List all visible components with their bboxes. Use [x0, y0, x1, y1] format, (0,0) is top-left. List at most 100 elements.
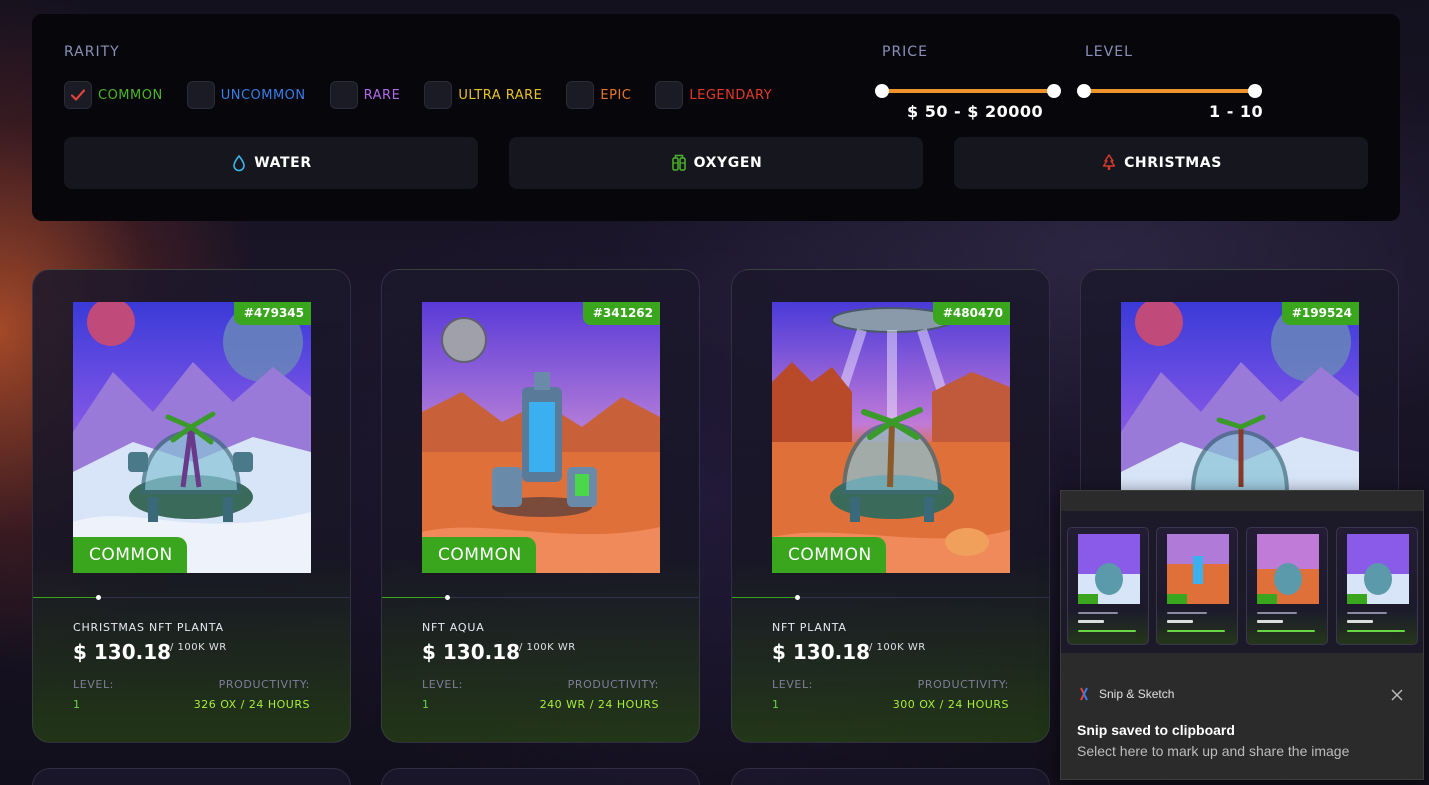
productivity-value: 300 OX / 24 HOURS	[892, 698, 1009, 711]
snip-preview-thumbnail[interactable]	[1061, 511, 1423, 653]
nft-artwork-christmas-planta	[73, 302, 311, 573]
mini-card-image	[1167, 534, 1229, 604]
price-range-value: $ 50 - $ 20000	[907, 102, 1044, 121]
nft-id-badge: #480470	[932, 302, 1010, 325]
type-label: OXYGEN	[693, 155, 763, 171]
type-label: CHRISTMAS	[1124, 155, 1222, 171]
rarity-title: RARITY	[64, 44, 120, 60]
rarity-checkbox-ultra-rare[interactable]	[424, 81, 453, 109]
nft-id-badge: #479345	[233, 302, 311, 325]
rarity-checkbox-epic[interactable]	[566, 81, 595, 109]
level-range-value: 1 - 10	[1209, 102, 1264, 121]
rarity-label: UNCOMMON	[220, 87, 306, 103]
nft-artwork-planta	[772, 302, 1010, 573]
level-slider-max-handle[interactable]	[1248, 84, 1262, 98]
card-divider	[382, 595, 699, 600]
nft-image: #480470 COMMON	[772, 302, 1010, 573]
productivity-value: 326 OX / 24 HOURS	[193, 698, 310, 711]
rarity-option-epic[interactable]: EPIC	[566, 81, 631, 109]
rarity-option-rare[interactable]: RARE	[329, 81, 401, 109]
rarity-checkbox-uncommon[interactable]	[186, 81, 215, 109]
mini-card	[1156, 527, 1238, 645]
mini-card	[1067, 527, 1149, 645]
nft-card-stub[interactable]	[381, 768, 700, 785]
rarity-label: LEGENDARY	[689, 87, 773, 103]
productivity-label: PRODUCTIVITY:	[917, 678, 1009, 691]
rarity-filter-list: COMMON UNCOMMON RARE ULTRA RARE EPIC LEG…	[64, 81, 796, 109]
nft-name: NFT PLANTA	[772, 621, 847, 634]
card-divider	[732, 595, 1049, 600]
nft-name: CHRISTMAS NFT PLANTA	[73, 621, 224, 634]
level-title: LEVEL	[1085, 44, 1133, 60]
nft-card[interactable]: #480470 COMMON NFT PLANTA $ 130.18 / 100…	[731, 269, 1050, 743]
level-slider-track	[1084, 89, 1255, 93]
rarity-badge: COMMON	[73, 537, 187, 573]
rarity-label: COMMON	[98, 87, 163, 103]
type-label: WATER	[254, 155, 312, 171]
mini-card-image	[1078, 534, 1140, 604]
close-icon[interactable]	[1389, 687, 1405, 703]
productivity-value: 240 WR / 24 HOURS	[539, 698, 659, 711]
nft-id-badge: #341262	[582, 302, 660, 325]
level-value: 1	[422, 698, 429, 711]
snip-app-name: Snip & Sketch	[1099, 687, 1175, 701]
rarity-label: RARE	[363, 87, 401, 103]
type-button-oxygen[interactable]: OXYGEN	[509, 137, 923, 189]
christmas-tree-icon	[1102, 154, 1116, 170]
oxygen-tank-icon	[671, 154, 686, 171]
rarity-option-common[interactable]: COMMON	[64, 81, 163, 109]
mini-card	[1336, 527, 1418, 645]
rarity-checkbox-rare[interactable]	[329, 81, 358, 109]
productivity-label: PRODUCTIVITY:	[218, 678, 310, 691]
checkmark-icon	[70, 89, 86, 101]
snip-body: Select here to mark up and share the ima…	[1077, 743, 1350, 759]
rarity-checkbox-legendary[interactable]	[655, 81, 684, 109]
card-divider	[33, 595, 350, 600]
nft-artwork-aqua	[422, 302, 660, 573]
water-drop-icon	[233, 154, 246, 172]
price-slider-track	[882, 89, 1054, 93]
nft-card-stub[interactable]	[731, 768, 1050, 785]
nft-card-stub[interactable]	[32, 768, 351, 785]
nft-image: #341262 COMMON	[422, 302, 660, 573]
snip-title: Snip saved to clipboard	[1077, 722, 1235, 738]
level-label: LEVEL:	[772, 678, 813, 691]
price-title: PRICE	[882, 44, 928, 60]
nft-price-unit: / 100K WR	[170, 642, 227, 653]
mini-card-image	[1347, 534, 1409, 604]
level-label: LEVEL:	[422, 678, 463, 691]
rarity-badge: COMMON	[772, 537, 886, 573]
rarity-option-legendary[interactable]: LEGENDARY	[655, 81, 772, 109]
nft-card[interactable]: #479345 COMMON CHRISTMAS NFT PLANTA $ 13…	[32, 269, 351, 743]
rarity-label: ULTRA RARE	[458, 87, 543, 103]
level-value: 1	[772, 698, 779, 711]
nft-price-unit: / 100K WR	[519, 642, 576, 653]
level-value: 1	[73, 698, 80, 711]
level-label: LEVEL:	[73, 678, 114, 691]
nft-id-badge: #199524	[1281, 302, 1359, 325]
rarity-label: EPIC	[600, 87, 632, 103]
mini-card	[1246, 527, 1328, 645]
snip-sketch-icon	[1080, 687, 1088, 701]
nft-image: #479345 COMMON	[73, 302, 311, 573]
nft-price: $ 130.18	[772, 640, 871, 664]
nft-price: $ 130.18	[73, 640, 172, 664]
rarity-badge: COMMON	[422, 537, 536, 573]
productivity-label: PRODUCTIVITY:	[567, 678, 659, 691]
rarity-checkbox-common[interactable]	[64, 81, 92, 109]
type-button-christmas[interactable]: CHRISTMAS	[954, 137, 1368, 189]
mini-card-image	[1257, 534, 1319, 604]
price-slider-min-handle[interactable]	[875, 84, 889, 98]
nft-price-unit: / 100K WR	[869, 642, 926, 653]
nft-card[interactable]: #341262 COMMON NFT AQUA $ 130.18 / 100K …	[381, 269, 700, 743]
price-slider-max-handle[interactable]	[1047, 84, 1061, 98]
rarity-option-ultra-rare[interactable]: ULTRA RARE	[424, 81, 542, 109]
snip-notification[interactable]: Snip & Sketch Snip saved to clipboard Se…	[1060, 490, 1424, 780]
rarity-option-uncommon[interactable]: UNCOMMON	[186, 81, 306, 109]
level-slider-min-handle[interactable]	[1077, 84, 1091, 98]
type-button-water[interactable]: WATER	[64, 137, 478, 189]
nft-price: $ 130.18	[422, 640, 521, 664]
filter-panel: RARITY COMMON UNCOMMON RARE ULTRA RARE E…	[32, 14, 1400, 221]
nft-name: NFT AQUA	[422, 621, 485, 634]
snip-header: Snip & Sketch	[1077, 687, 1174, 701]
